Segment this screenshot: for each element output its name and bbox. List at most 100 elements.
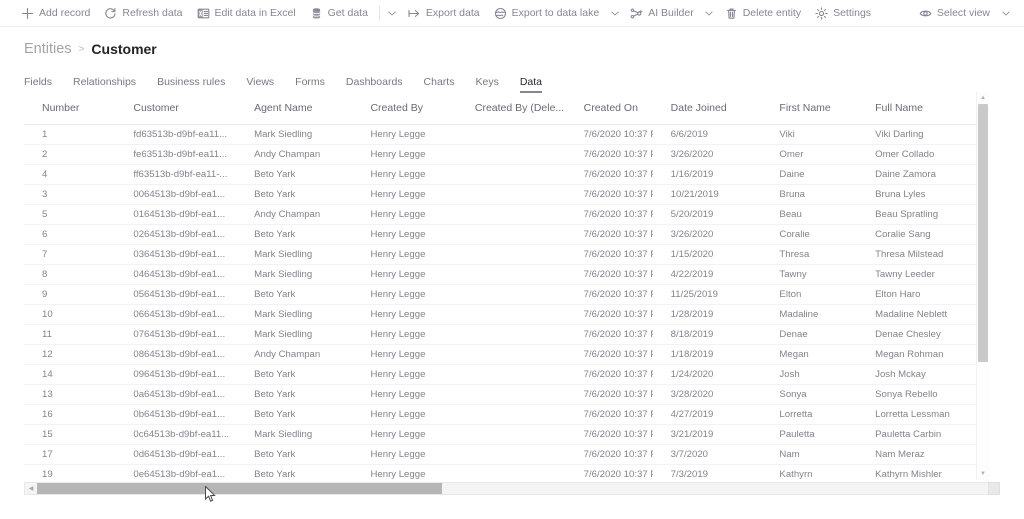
cell-number[interactable]: 3 <box>24 184 116 205</box>
cell-full-name[interactable]: Megan Rohman <box>857 344 974 365</box>
cell-date-joined[interactable]: 1/16/2019 <box>652 164 762 185</box>
cell-customer[interactable]: 0364513b-d9bf-ea1... <box>115 244 237 265</box>
breadcrumb-entities-link[interactable]: Entities <box>24 41 72 57</box>
cell-created-by[interactable]: Henry Legge <box>352 444 457 465</box>
cell-created-on[interactable]: 7/6/2020 10:37 PM <box>565 444 653 465</box>
cell-created-on[interactable]: 7/6/2020 10:37 PM <box>565 224 653 245</box>
cell-customer[interactable]: 0564513b-d9bf-ea1... <box>115 284 237 305</box>
command-export-to-data-lake-button[interactable]: Export to data lake <box>487 1 607 25</box>
cell-first-name[interactable]: Thresa <box>761 244 858 265</box>
cell-first-name[interactable]: Pauletta <box>761 424 858 445</box>
cell-created-by-delegate[interactable] <box>456 144 566 165</box>
table-row[interactable]: 7 0364513b-d9bf-ea1... Mark Siedling Henry … <box>24 244 988 265</box>
cell-created-by-delegate[interactable] <box>456 164 566 185</box>
tab-views[interactable]: Views <box>246 76 286 93</box>
cell-created-by-delegate[interactable] <box>456 384 566 405</box>
cell-agent[interactable]: Andy Champan <box>236 144 353 165</box>
cell-agent[interactable]: Beto Yark <box>236 364 353 385</box>
cell-customer[interactable]: 0b64513b-d9bf-ea1... <box>115 404 237 425</box>
cell-date-joined[interactable]: 7/3/2019 <box>652 464 762 480</box>
cell-agent[interactable]: Mark Siedling <box>236 324 353 345</box>
cell-number[interactable]: 1 <box>24 124 116 145</box>
cell-created-by[interactable]: Henry Legge <box>352 204 457 225</box>
cell-created-on[interactable]: 7/6/2020 10:37 PM <box>565 384 653 405</box>
cell-created-on[interactable]: 7/6/2020 10:37 PM <box>565 424 653 445</box>
cell-agent[interactable]: Mark Siedling <box>236 304 353 325</box>
cell-created-by[interactable]: Henry Legge <box>352 164 457 185</box>
cell-number[interactable]: 8 <box>24 264 116 285</box>
command-add-record-button[interactable]: Add record <box>14 1 97 25</box>
cell-created-by[interactable]: Henry Legge <box>352 404 457 425</box>
scroll-up-arrow-icon[interactable]: ▲ <box>977 92 989 104</box>
cell-full-name[interactable]: Omer Collado <box>857 144 974 165</box>
cell-agent[interactable]: Mark Siedling <box>236 124 353 145</box>
cell-created-on[interactable]: 7/6/2020 10:37 PM <box>565 144 653 165</box>
cell-created-on[interactable]: 7/6/2020 10:37 PM <box>565 404 653 425</box>
cell-created-on[interactable]: 7/6/2020 10:37 PM <box>565 364 653 385</box>
cell-full-name[interactable]: Bruna Lyles <box>857 184 974 205</box>
cell-created-on[interactable]: 7/6/2020 10:37 PM <box>565 124 653 145</box>
data-grid-viewport[interactable]: Number Customer Agent Name Created By Create… <box>24 92 988 480</box>
cell-first-name[interactable]: Lorretta <box>761 404 858 425</box>
chevron-down-icon[interactable] <box>606 1 623 25</box>
cell-created-by[interactable]: Henry Legge <box>352 144 457 165</box>
cell-first-name[interactable]: Beau <box>761 204 858 225</box>
cell-first-name[interactable]: Sonya <box>761 384 858 405</box>
cell-created-by[interactable]: Henry Legge <box>352 304 457 325</box>
tab-forms[interactable]: Forms <box>295 76 337 93</box>
cell-first-name[interactable]: Denae <box>761 324 858 345</box>
table-row[interactable]: 4 ff63513b-d9bf-ea11-... Beto Yark Henry Le… <box>24 164 988 185</box>
cell-full-name[interactable]: Thresa Milstead <box>857 244 974 265</box>
table-row[interactable]: 3 0064513b-d9bf-ea1... Beto Yark Henry Legg… <box>24 184 988 205</box>
command-get-data-button[interactable]: Get data <box>303 1 375 25</box>
cell-number[interactable]: 14 <box>24 364 116 385</box>
cell-customer[interactable]: 0a64513b-d9bf-ea1... <box>115 384 237 405</box>
cell-number[interactable]: 13 <box>24 384 116 405</box>
cell-date-joined[interactable]: 3/26/2020 <box>652 224 762 245</box>
column-header-first-name[interactable]: First Name <box>761 92 858 125</box>
cell-customer[interactable]: fe63513b-d9bf-ea11... <box>115 144 237 165</box>
cell-created-by[interactable]: Henry Legge <box>352 224 457 245</box>
cell-customer[interactable]: 0d64513b-d9bf-ea1... <box>115 444 237 465</box>
cell-agent[interactable]: Beto Yark <box>236 384 353 405</box>
cell-created-on[interactable]: 7/6/2020 10:37 PM <box>565 204 653 225</box>
cell-created-by[interactable]: Henry Legge <box>352 124 457 145</box>
cell-created-by[interactable]: Henry Legge <box>352 424 457 445</box>
horizontal-scrollbar-thumb[interactable] <box>37 483 442 494</box>
column-header-date-joined[interactable]: Date Joined <box>652 92 762 125</box>
cell-first-name[interactable]: Elton <box>761 284 858 305</box>
cell-created-on[interactable]: 7/6/2020 10:37 PM <box>565 284 653 305</box>
cell-agent[interactable]: Andy Champan <box>236 344 353 365</box>
cell-created-by-delegate[interactable] <box>456 284 566 305</box>
table-row[interactable]: 6 0264513b-d9bf-ea1... Beto Yark Henry Legg… <box>24 224 988 245</box>
cell-customer[interactable]: 0664513b-d9bf-ea1... <box>115 304 237 325</box>
column-header-created-on[interactable]: Created On <box>565 92 653 125</box>
scroll-left-arrow-icon[interactable]: ◀ <box>25 483 37 494</box>
command-edit-data-in-excel-button[interactable]: Edit data in Excel <box>190 1 303 25</box>
cell-first-name[interactable]: Nam <box>761 444 858 465</box>
table-row[interactable]: 14 0964513b-d9bf-ea1... Beto Yark Henry Leg… <box>24 364 988 385</box>
chevron-down-icon[interactable] <box>701 1 718 25</box>
cell-agent[interactable]: Beto Yark <box>236 224 353 245</box>
tab-data[interactable]: Data <box>519 76 554 93</box>
cell-number[interactable]: 12 <box>24 344 116 365</box>
cell-customer[interactable]: 0c64513b-d9bf-ea11... <box>115 424 237 445</box>
cell-date-joined[interactable]: 4/22/2019 <box>652 264 762 285</box>
cell-created-on[interactable]: 7/6/2020 10:37 PM <box>565 304 653 325</box>
tab-charts[interactable]: Charts <box>424 76 467 93</box>
table-row[interactable]: 9 0564513b-d9bf-ea1... Beto Yark Henry Legg… <box>24 284 988 305</box>
command-delete-entity-button[interactable]: Delete entity <box>718 1 808 25</box>
cell-created-by-delegate[interactable] <box>456 124 566 145</box>
cell-created-by-delegate[interactable] <box>456 404 566 425</box>
cell-created-by-delegate[interactable] <box>456 184 566 205</box>
cell-created-on[interactable]: 7/6/2020 10:37 PM <box>565 244 653 265</box>
cell-created-by-delegate[interactable] <box>456 464 566 480</box>
cell-created-by[interactable]: Henry Legge <box>352 364 457 385</box>
cell-created-by[interactable]: Henry Legge <box>352 264 457 285</box>
tab-dashboards[interactable]: Dashboards <box>346 76 415 93</box>
cell-customer[interactable]: ff63513b-d9bf-ea11-... <box>115 164 237 185</box>
table-row[interactable]: 11 0764513b-d9bf-ea1... Mark Siedling Henry… <box>24 324 988 345</box>
cell-number[interactable]: 17 <box>24 444 116 465</box>
cell-agent[interactable]: Beto Yark <box>236 164 353 185</box>
table-row[interactable]: 5 0164513b-d9bf-ea1... Andy Champan Henry L… <box>24 204 988 225</box>
